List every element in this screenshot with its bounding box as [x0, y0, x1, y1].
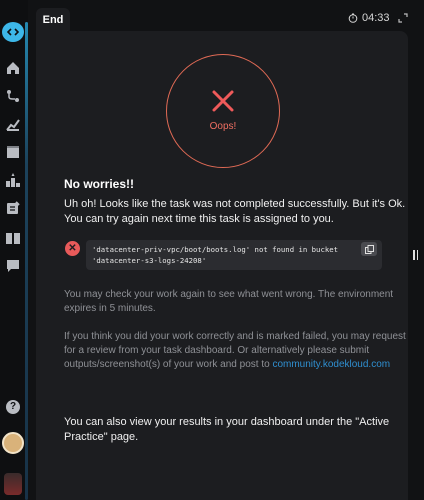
left-sidebar: ? [0, 0, 28, 500]
error-row: ✕ 'datacenter-priv-vpc/boot/boots.log' n… [64, 240, 382, 270]
help-icon[interactable]: ? [6, 400, 20, 414]
avatar[interactable] [2, 432, 24, 454]
error-icon: ✕ [65, 241, 80, 256]
expand-icon[interactable] [398, 13, 408, 23]
chart-icon[interactable] [5, 116, 21, 132]
chat-icon[interactable] [5, 258, 21, 274]
notes-icon[interactable] [5, 200, 21, 216]
copy-icon [364, 244, 374, 254]
review-text-block: If you think you did your work correctly… [64, 330, 408, 372]
timer: 04:33 [348, 12, 390, 24]
error-code-block: 'datacenter-priv-vpc/boot/boots.log' not… [86, 240, 382, 270]
sidebar-accent-bar [25, 22, 28, 500]
result-title: No worries!! [64, 177, 135, 191]
stopwatch-icon [348, 13, 358, 23]
close-x-icon [212, 90, 234, 111]
copy-button[interactable] [361, 242, 377, 256]
user-avatar[interactable] [4, 473, 22, 495]
home-icon[interactable] [5, 60, 21, 76]
dashboard-text: You can also view your results in your d… [64, 416, 390, 443]
book-icon[interactable] [5, 230, 21, 246]
status-text: Oops! [209, 120, 237, 132]
error-line-1: 'datacenter-priv-vpc/boot/boots.log' not… [92, 245, 339, 254]
failure-badge: Oops! [166, 54, 280, 168]
route-icon[interactable] [5, 88, 21, 104]
kodekloud-logo-icon[interactable] [2, 22, 24, 42]
timer-value: 04:33 [362, 12, 390, 24]
resize-handle[interactable] [413, 250, 419, 260]
video-icon[interactable] [5, 144, 21, 160]
tab-end[interactable]: End [36, 8, 70, 32]
check-text: You may check your work again to see wha… [64, 289, 394, 314]
result-message: Uh oh! Looks like the task was not compl… [64, 198, 406, 225]
leaderboard-icon[interactable] [5, 172, 21, 188]
community-link[interactable]: community.kodekloud.com [272, 359, 390, 370]
error-line-2: 'datacenter-s3-logs-24208' [92, 256, 207, 265]
